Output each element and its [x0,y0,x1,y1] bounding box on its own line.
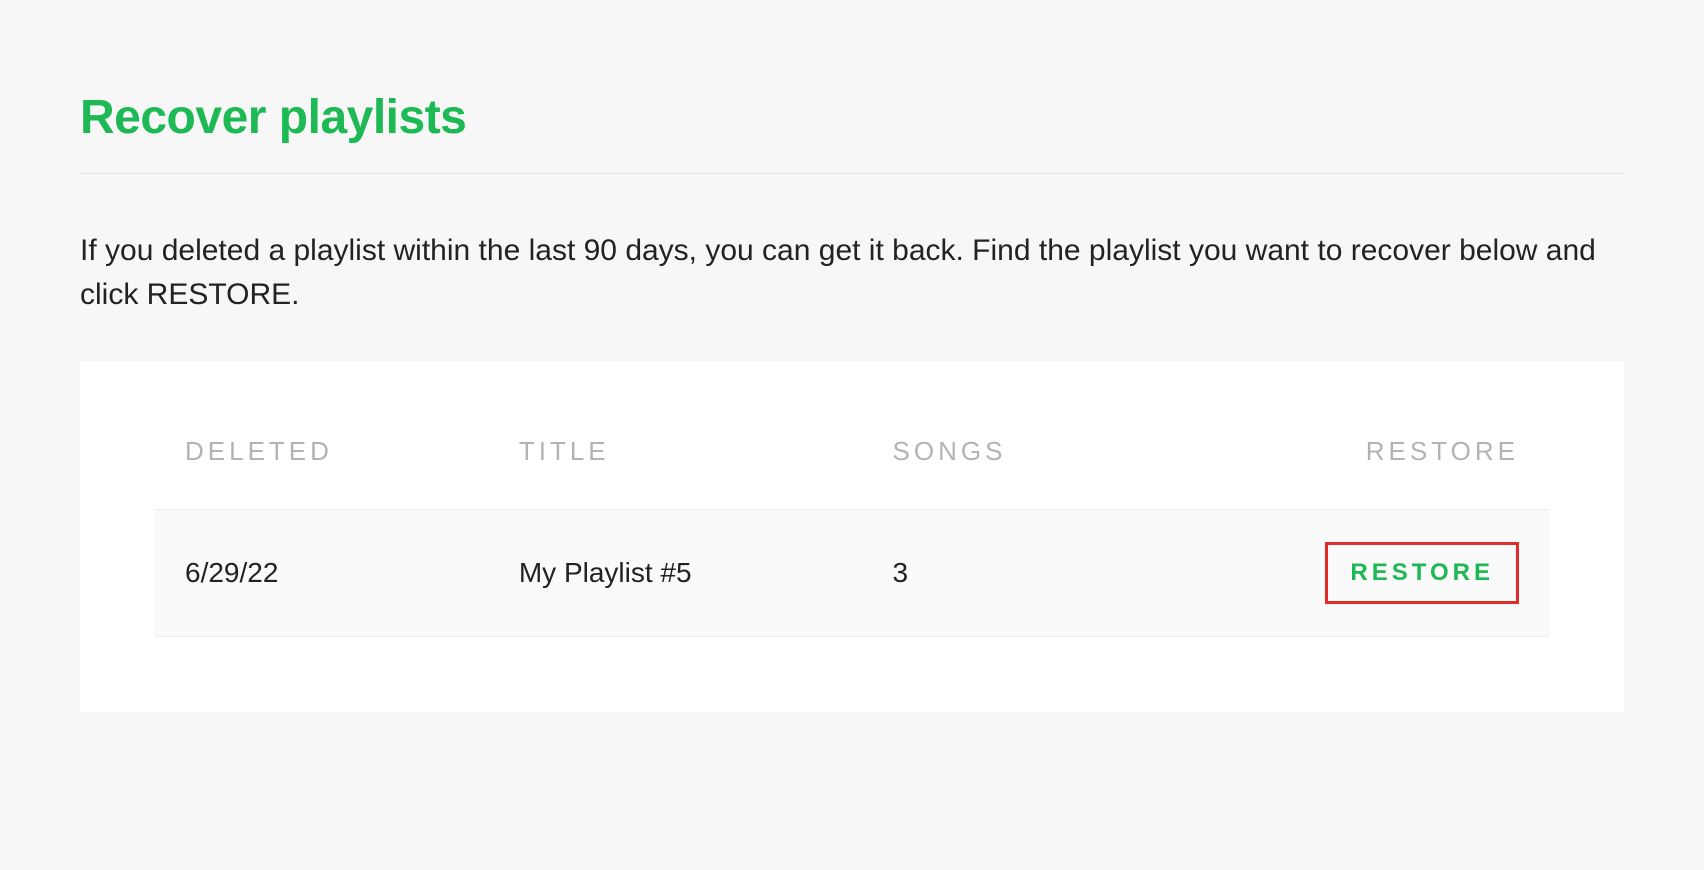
column-header-restore: RESTORE [1142,436,1549,510]
cell-restore: RESTORE [1142,510,1549,637]
divider [80,173,1624,174]
column-header-title: TITLE [489,436,863,510]
column-header-deleted: DELETED [155,436,489,510]
playlists-card: DELETED TITLE SONGS RESTORE 6/29/22 My P… [80,361,1624,712]
cell-deleted: 6/29/22 [155,510,489,637]
page-title: Recover playlists [80,90,1624,145]
restore-button[interactable]: RESTORE [1325,542,1519,604]
cell-songs: 3 [863,510,1142,637]
column-header-songs: SONGS [863,436,1142,510]
cell-title: My Playlist #5 [489,510,863,637]
playlists-table: DELETED TITLE SONGS RESTORE 6/29/22 My P… [155,436,1549,637]
page-description: If you deleted a playlist within the las… [80,229,1624,316]
table-row: 6/29/22 My Playlist #5 3 RESTORE [155,510,1549,637]
